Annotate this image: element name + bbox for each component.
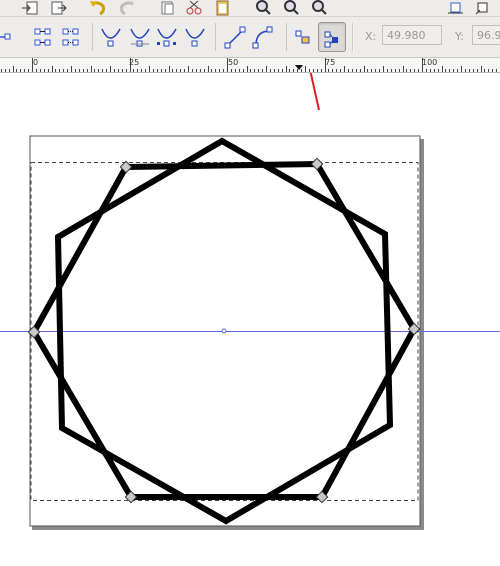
zoom-selection-icon[interactable]	[256, 0, 271, 15]
import-icon[interactable]	[22, 1, 38, 15]
insert-node-icon[interactable]	[0, 33, 11, 40]
y-label: Y:	[455, 30, 464, 43]
segment-line-icon[interactable]	[224, 26, 246, 49]
y-coordinate-field[interactable]: 96.9	[472, 25, 500, 45]
node-auto-icon[interactable]	[185, 28, 205, 47]
undo-icon[interactable]	[90, 1, 106, 16]
align-icon[interactable]	[448, 2, 463, 14]
ruler-label: 50	[228, 58, 239, 67]
node-cusp-icon[interactable]	[101, 28, 121, 47]
show-handles-toggle[interactable]	[318, 22, 346, 52]
zoom-drawing-icon[interactable]	[284, 0, 299, 15]
annotation-arrow	[309, 73, 320, 111]
center-marker	[221, 328, 227, 334]
show-handles-icon	[324, 31, 338, 48]
x-label: X:	[365, 30, 377, 43]
ruler-label: 75	[325, 58, 336, 67]
segment-curve-icon[interactable]	[252, 26, 273, 49]
zoom-page-icon[interactable]	[312, 0, 327, 15]
copy-icon[interactable]	[161, 1, 174, 15]
drawing-canvas[interactable]	[0, 73, 500, 566]
node-tool-controls: X: 49.980 Y: 96.9	[0, 17, 500, 58]
paste-icon[interactable]	[216, 0, 229, 16]
main-toolbar	[0, 0, 500, 17]
join-nodes-icon[interactable]	[34, 28, 51, 46]
object-to-path-icon[interactable]	[295, 30, 310, 44]
break-path-icon[interactable]	[62, 28, 79, 46]
ruler-label: 100	[422, 58, 438, 67]
x-coordinate-field[interactable]: 49.980	[382, 25, 442, 45]
ruler-label: 0	[33, 58, 39, 67]
redo-icon[interactable]	[119, 1, 134, 16]
transform-icon[interactable]	[475, 2, 488, 15]
horizontal-ruler[interactable]: 0 25 50 75 100	[0, 58, 500, 73]
cut-icon[interactable]	[186, 0, 202, 15]
export-icon[interactable]	[51, 1, 67, 15]
ruler-label: 25	[129, 58, 140, 67]
node-symmetric-icon[interactable]	[157, 28, 177, 47]
node-smooth-icon[interactable]	[130, 28, 150, 47]
